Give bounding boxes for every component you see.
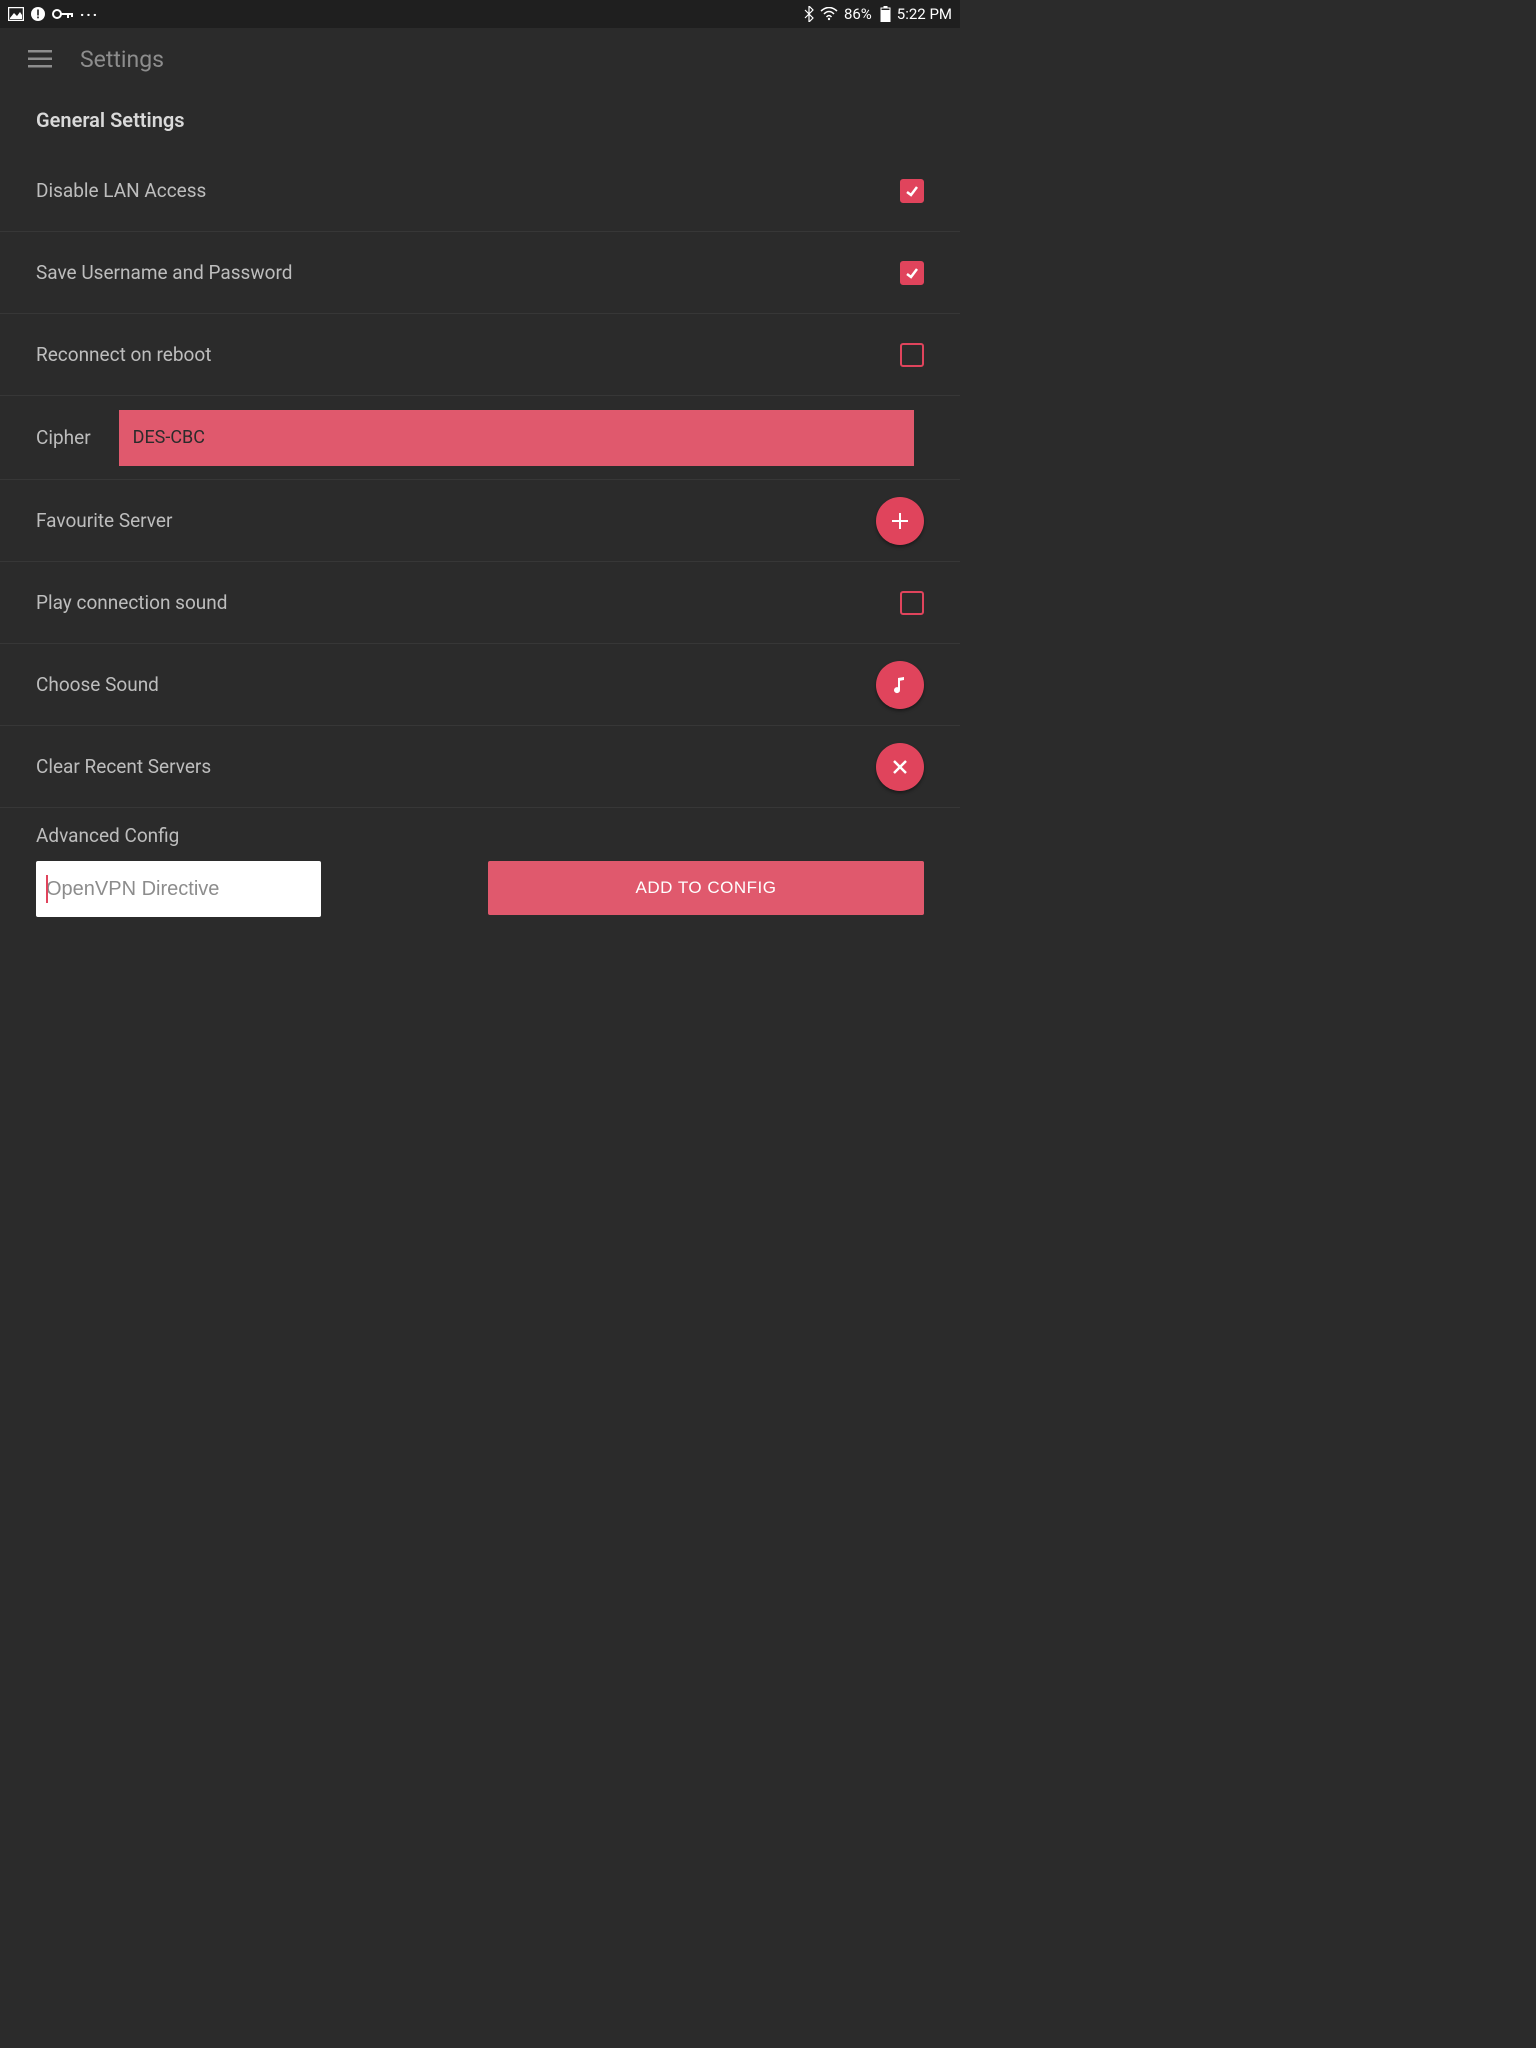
row-clear-recent[interactable]: Clear Recent Servers [0,726,960,808]
content: General Settings Disable LAN Access Save… [0,90,960,917]
label-clear-recent: Clear Recent Servers [36,755,211,778]
label-fav-server: Favourite Server [36,509,172,532]
row-fav-server[interactable]: Favourite Server [0,480,960,562]
cipher-select[interactable]: DES-CBC [119,410,914,466]
clear-recent-button[interactable] [876,743,924,791]
close-icon [891,758,909,776]
add-to-config-button[interactable]: ADD TO CONFIG [488,861,924,915]
add-fav-server-button[interactable] [876,497,924,545]
label-advanced-config: Advanced Config [36,824,924,847]
row-save-creds[interactable]: Save Username and Password [0,232,960,314]
key-icon [52,8,74,20]
text-caret [46,875,48,903]
add-to-config-label: ADD TO CONFIG [636,878,777,898]
status-left: ... [8,5,99,23]
checkbox-play-sound[interactable] [900,591,924,615]
label-play-sound: Play connection sound [36,591,228,614]
status-right: 86% 5:22 PM [804,5,952,23]
picture-icon [8,7,24,21]
circle-exclaim-icon [30,6,46,22]
choose-sound-button[interactable] [876,661,924,709]
label-cipher: Cipher [36,426,91,449]
row-choose-sound[interactable]: Choose Sound [0,644,960,726]
wifi-icon [820,7,838,21]
label-disable-lan: Disable LAN Access [36,179,206,202]
openvpn-directive-input[interactable] [36,861,321,917]
row-play-sound[interactable]: Play connection sound [0,562,960,644]
advanced-config-section: Advanced Config ADD TO CONFIG [0,808,960,917]
cipher-value: DES-CBC [133,427,205,448]
clock-text: 5:22 PM [897,5,952,23]
battery-icon [880,6,891,22]
music-note-icon [890,675,910,695]
label-choose-sound: Choose Sound [36,673,159,696]
more-icon: ... [80,2,99,20]
page-title: Settings [80,46,164,73]
plus-icon [889,510,911,532]
row-cipher: Cipher DES-CBC [0,396,960,480]
checkbox-reconnect-reboot[interactable] [900,343,924,367]
checkbox-disable-lan[interactable] [900,179,924,203]
section-title: General Settings [0,90,960,150]
hamburger-icon[interactable] [28,50,52,68]
label-reconnect-reboot: Reconnect on reboot [36,343,211,366]
row-disable-lan[interactable]: Disable LAN Access [0,150,960,232]
status-bar: ... 86% 5:22 PM [0,0,960,28]
row-reconnect-reboot[interactable]: Reconnect on reboot [0,314,960,396]
label-save-creds: Save Username and Password [36,261,292,284]
checkbox-save-creds[interactable] [900,261,924,285]
battery-text: 86% [844,5,872,23]
bluetooth-icon [804,6,814,22]
app-bar: Settings [0,28,960,90]
